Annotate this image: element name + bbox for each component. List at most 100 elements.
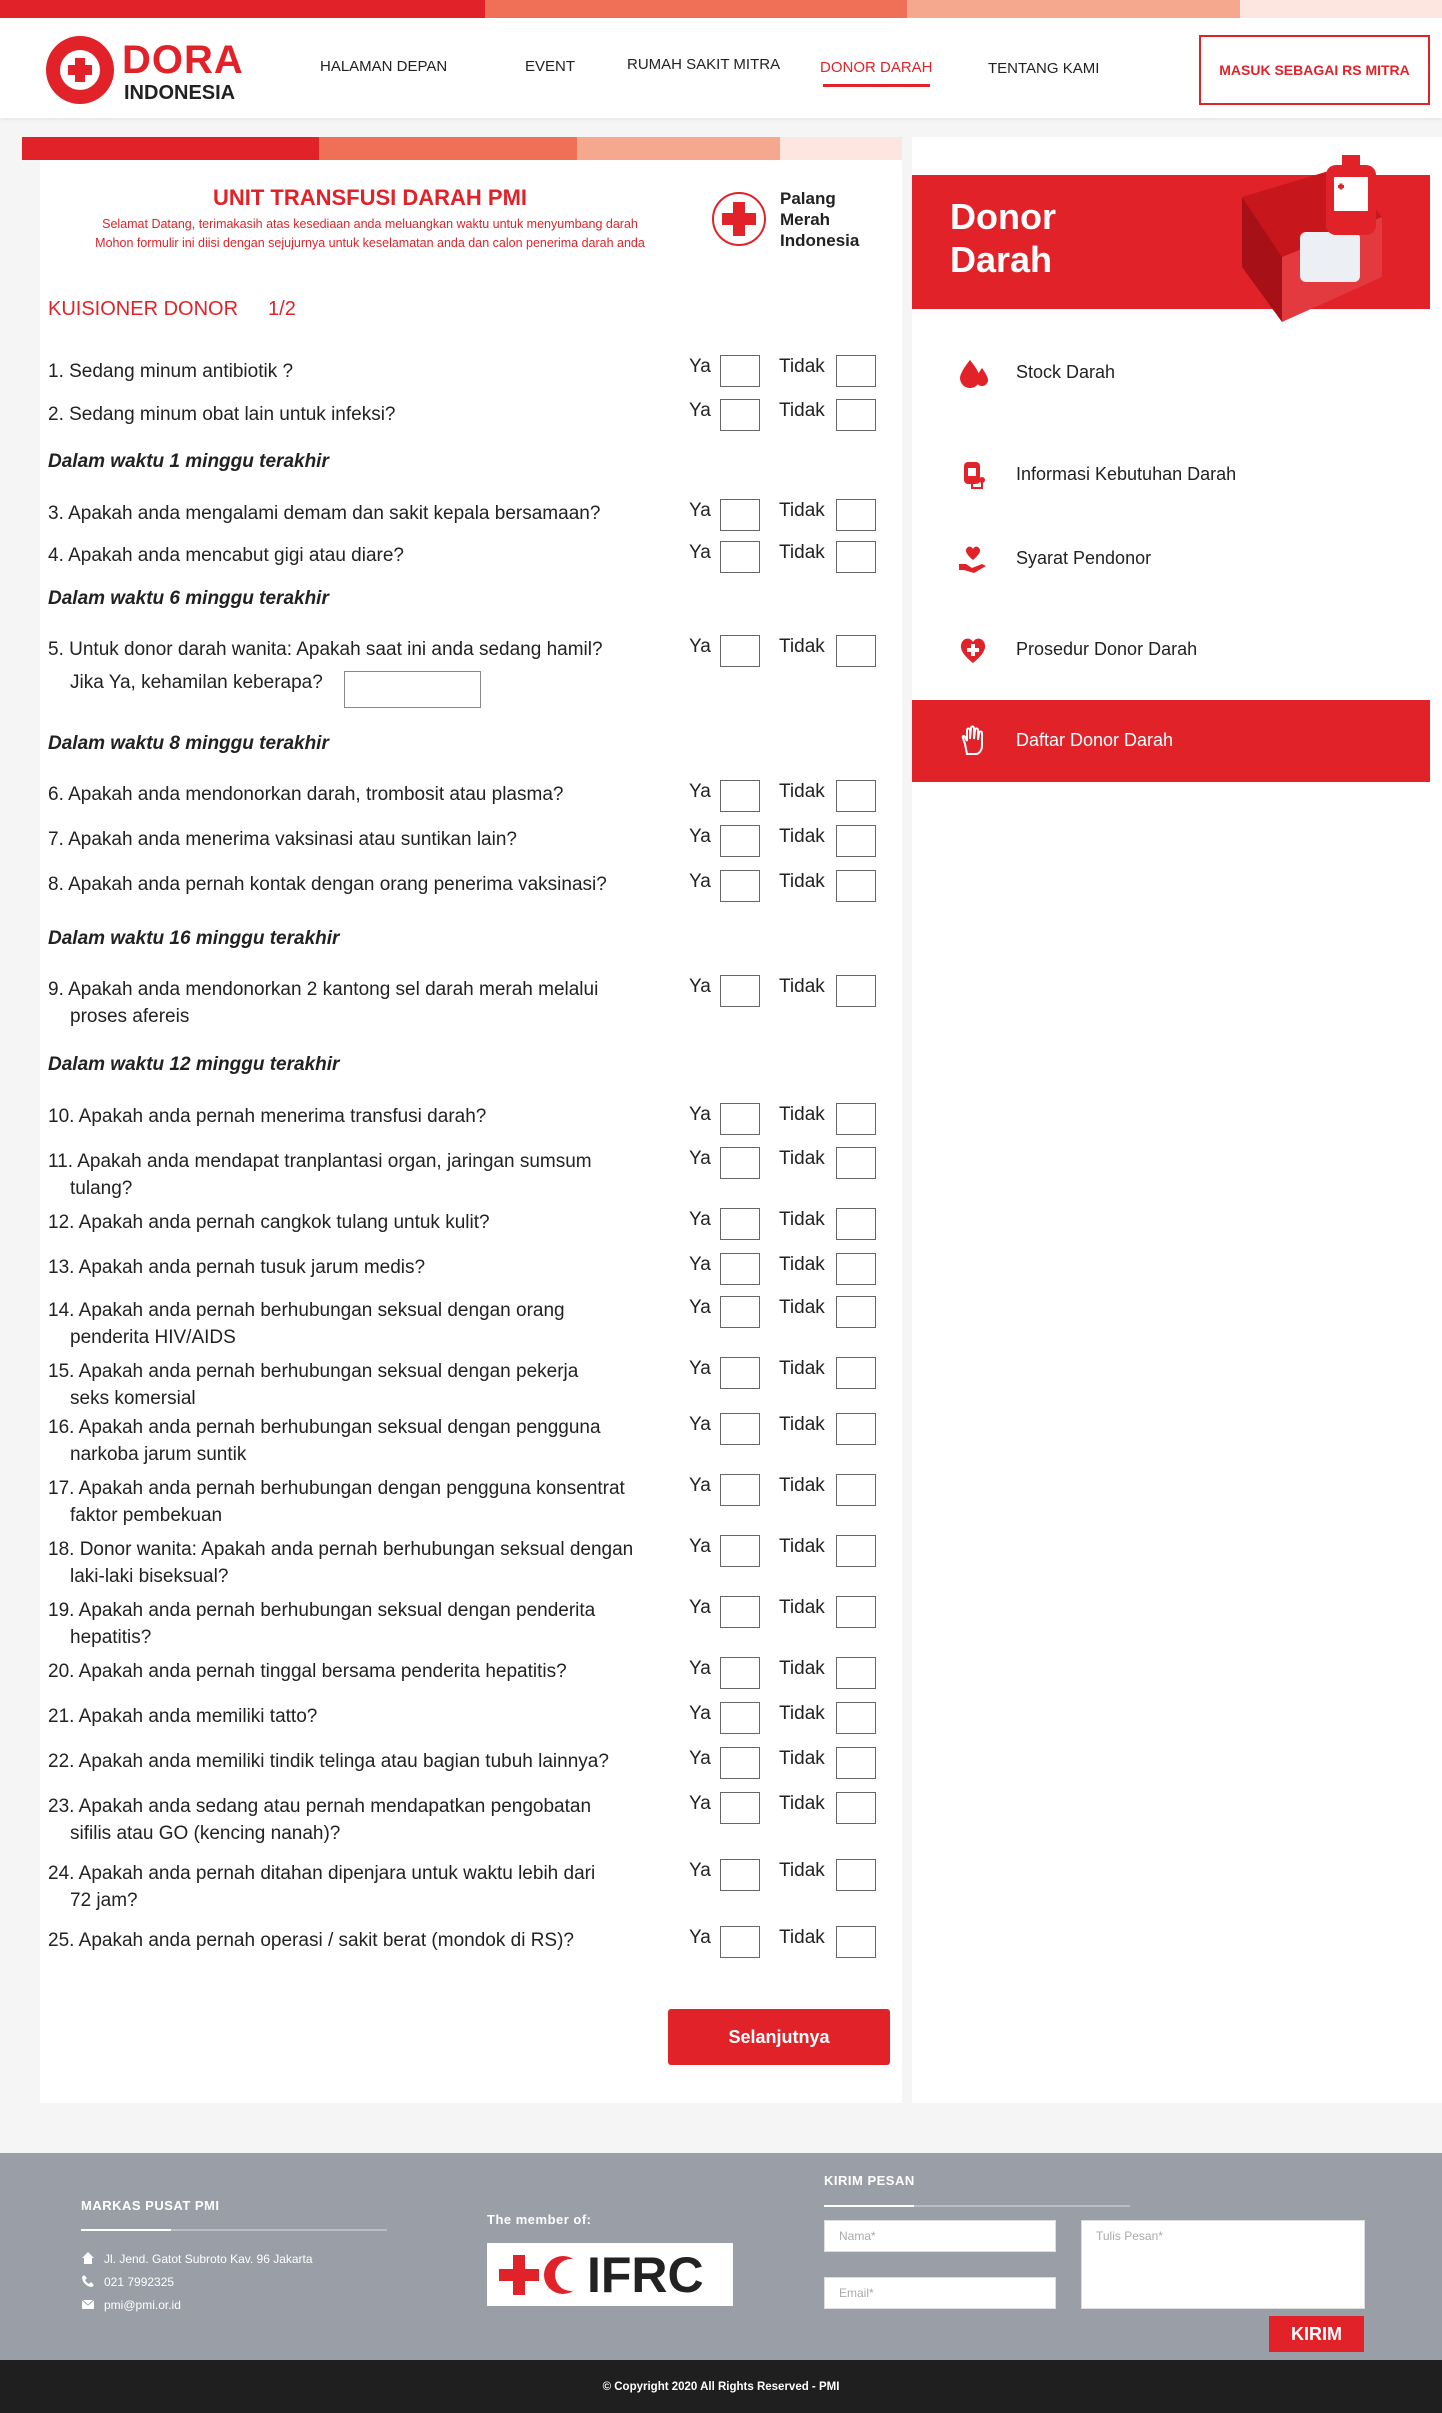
nav-donor-darah[interactable]: DONOR DARAH <box>820 59 933 76</box>
no-checkbox[interactable] <box>836 541 876 573</box>
no-checkbox[interactable] <box>836 975 876 1007</box>
no-checkbox[interactable] <box>836 1596 876 1628</box>
question-row: 14. Apakah anda pernah berhubungan seksu… <box>48 1297 678 1351</box>
no-checkbox[interactable] <box>836 399 876 431</box>
yes-checkbox[interactable] <box>720 825 760 857</box>
no-checkbox[interactable] <box>836 1296 876 1328</box>
question-text-continued: hepatitis? <box>70 1627 152 1648</box>
question-text: 11. Apakah anda mendapat tranplantasi or… <box>48 1151 592 1172</box>
no-checkbox[interactable] <box>836 1792 876 1824</box>
sidebar-item-prosedur-donor-darah[interactable]: Prosedur Donor Darah <box>912 609 1430 691</box>
yes-checkbox[interactable] <box>720 1208 760 1240</box>
nav-tentang-kami[interactable]: TENTANG KAMI <box>988 60 1099 77</box>
yes-checkbox[interactable] <box>720 499 760 531</box>
no-checkbox[interactable] <box>836 355 876 387</box>
dora-logo[interactable]: DORA INDONESIA <box>46 32 266 108</box>
yes-checkbox[interactable] <box>720 1103 760 1135</box>
sidebar-item-daftar-donor-darah[interactable]: Daftar Donor Darah <box>912 700 1430 782</box>
question-text: 22. Apakah anda memiliki tindik telinga … <box>48 1751 609 1772</box>
footer-name-input[interactable]: Nama* <box>824 2220 1056 2252</box>
yes-checkbox[interactable] <box>720 635 760 667</box>
no-checkbox[interactable] <box>836 1103 876 1135</box>
yes-checkbox[interactable] <box>720 870 760 902</box>
yes-label: Ya <box>689 871 711 892</box>
sidebar-item-label: Informasi Kebutuhan Darah <box>1016 464 1237 484</box>
no-checkbox[interactable] <box>836 635 876 667</box>
no-checkbox[interactable] <box>836 780 876 812</box>
blood-bag-icon <box>964 462 985 489</box>
no-checkbox[interactable] <box>836 825 876 857</box>
nav-event[interactable]: EVENT <box>525 58 575 75</box>
question-text: 10. Apakah anda pernah menerima transfus… <box>48 1106 487 1127</box>
form-subtitle-2: Mohon formulir ini diisi dengan sejujurn… <box>95 236 645 250</box>
question-row: 1. Sedang minum antibiotik ? <box>48 358 678 385</box>
no-checkbox[interactable] <box>836 1747 876 1779</box>
footer-email-input[interactable]: Email* <box>824 2277 1056 2309</box>
section-heading: Dalam waktu 16 minggu terakhir <box>48 928 340 949</box>
no-checkbox[interactable] <box>836 870 876 902</box>
no-checkbox[interactable] <box>836 1147 876 1179</box>
sidebar-item-syarat-pendonor[interactable]: Syarat Pendonor <box>912 518 1430 600</box>
no-label: Tidak <box>779 976 825 997</box>
sidebar-item-stock-darah[interactable]: Stock Darah <box>912 332 1430 414</box>
question-row: 10. Apakah anda pernah menerima transfus… <box>48 1103 678 1130</box>
question-row: 23. Apakah anda sedang atau pernah menda… <box>48 1793 678 1847</box>
no-checkbox[interactable] <box>836 1926 876 1958</box>
no-checkbox[interactable] <box>836 1535 876 1567</box>
no-checkbox[interactable] <box>836 1859 876 1891</box>
yes-label: Ya <box>689 1297 711 1318</box>
brand-sub: INDONESIA <box>124 82 236 104</box>
question-text: 2. Sedang minum obat lain untuk infeksi? <box>48 404 396 425</box>
send-message-button[interactable]: KIRIM <box>1269 2316 1364 2352</box>
sidebar-item-informasi-kebutuhan-darah[interactable]: Informasi Kebutuhan Darah <box>912 434 1430 516</box>
yes-checkbox[interactable] <box>720 1859 760 1891</box>
yes-checkbox[interactable] <box>720 399 760 431</box>
footer-message-textarea[interactable]: Tulis Pesan* <box>1081 2220 1365 2309</box>
nav-rumah-sakit-mitra[interactable]: RUMAH SAKIT MITRA <box>627 56 780 73</box>
no-label: Tidak <box>779 1104 825 1125</box>
no-checkbox[interactable] <box>836 1413 876 1445</box>
yes-checkbox[interactable] <box>720 1792 760 1824</box>
yes-checkbox[interactable] <box>720 1702 760 1734</box>
yes-checkbox[interactable] <box>720 1657 760 1689</box>
no-label: Tidak <box>779 1658 825 1679</box>
question-text: 3. Apakah anda mengalami demam dan sakit… <box>48 503 601 524</box>
yes-checkbox[interactable] <box>720 1253 760 1285</box>
yes-checkbox[interactable] <box>720 1296 760 1328</box>
yes-label: Ya <box>689 1860 711 1881</box>
yes-checkbox[interactable] <box>720 1596 760 1628</box>
yes-checkbox[interactable] <box>720 1413 760 1445</box>
nav-halaman-depan[interactable]: HALAMAN DEPAN <box>320 58 447 75</box>
no-checkbox[interactable] <box>836 499 876 531</box>
question-row: 12. Apakah anda pernah cangkok tulang un… <box>48 1209 678 1236</box>
question-text: 4. Apakah anda mencabut gigi atau diare? <box>48 545 404 566</box>
pregnancy-number-input[interactable] <box>344 671 481 708</box>
no-checkbox[interactable] <box>836 1253 876 1285</box>
yes-checkbox[interactable] <box>720 1357 760 1389</box>
yes-checkbox[interactable] <box>720 1474 760 1506</box>
yes-checkbox[interactable] <box>720 1147 760 1179</box>
yes-label: Ya <box>689 636 711 657</box>
yes-checkbox[interactable] <box>720 780 760 812</box>
yes-label: Ya <box>689 1475 711 1496</box>
no-label: Tidak <box>779 1475 825 1496</box>
yes-label: Ya <box>689 1414 711 1435</box>
pregnancy-question-label: Jika Ya, kehamilan keberapa? <box>70 672 323 693</box>
question-text: 12. Apakah anda pernah cangkok tulang un… <box>48 1212 490 1233</box>
yes-checkbox[interactable] <box>720 1535 760 1567</box>
no-checkbox[interactable] <box>836 1657 876 1689</box>
login-rs-mitra-button[interactable]: MASUK SEBAGAI RS MITRA <box>1199 35 1430 105</box>
yes-checkbox[interactable] <box>720 975 760 1007</box>
question-text: 14. Apakah anda pernah berhubungan seksu… <box>48 1300 565 1321</box>
no-checkbox[interactable] <box>836 1208 876 1240</box>
yes-checkbox[interactable] <box>720 541 760 573</box>
no-checkbox[interactable] <box>836 1474 876 1506</box>
yes-checkbox[interactable] <box>720 1926 760 1958</box>
no-checkbox[interactable] <box>836 1357 876 1389</box>
yes-checkbox[interactable] <box>720 1747 760 1779</box>
no-checkbox[interactable] <box>836 1702 876 1734</box>
next-button[interactable]: Selanjutnya <box>668 2009 890 2065</box>
yes-checkbox[interactable] <box>720 355 760 387</box>
question-text-continued: sifilis atau GO (kencing nanah)? <box>70 1823 341 1844</box>
questionnaire-label: KUISIONER DONOR <box>48 298 239 320</box>
